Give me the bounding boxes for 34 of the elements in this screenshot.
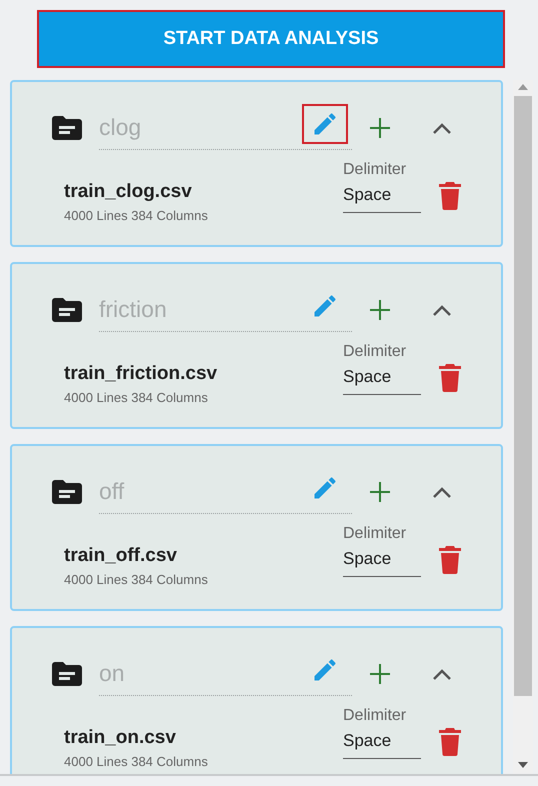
trash-icon[interactable] [439,728,461,756]
delimiter-select[interactable]: Space [343,364,421,394]
chevron-icon[interactable] [432,667,452,681]
trash-icon[interactable] [439,364,461,392]
file-name: train_off.csv [64,544,178,568]
chevron-icon[interactable] [432,485,452,499]
file-name: train_friction.csv [64,362,218,386]
add-icon[interactable] [368,480,392,504]
file-name: train_on.csv [64,726,177,750]
delimiter-label: Delimiter [343,706,408,726]
file-info: 4000 Lines 384 Columns [64,752,208,770]
delimiter-label: Delimiter [343,160,408,180]
add-icon[interactable] [368,116,392,140]
chevron-icon[interactable] [432,303,452,317]
file-info: 4000 Lines 384 Columns [64,388,209,406]
trash-icon[interactable] [439,546,461,574]
file-info: 4000 Lines 384 Columns [64,206,208,224]
delimiter-select[interactable]: Space [343,728,421,758]
folder-icon [52,480,82,504]
add-icon[interactable] [368,298,392,322]
file-name: train_clog.csv [64,180,193,204]
chevron-icon[interactable] [432,121,452,135]
start-analysis-button[interactable]: START DATA ANALYSIS [37,10,505,68]
trash-icon[interactable] [439,182,461,210]
delimiter-label: Delimiter [343,524,408,544]
delimiter-select[interactable]: Space [343,546,421,576]
delimiter-label: Delimiter [343,342,408,362]
file-info: 4000 Lines 384 Columns [64,570,208,588]
add-icon[interactable] [368,662,392,686]
delimiter-select[interactable]: Space [343,182,421,212]
folder-icon [52,298,82,322]
folder-icon [52,662,82,686]
edit-icon[interactable] [302,104,348,144]
folder-icon [52,116,82,140]
